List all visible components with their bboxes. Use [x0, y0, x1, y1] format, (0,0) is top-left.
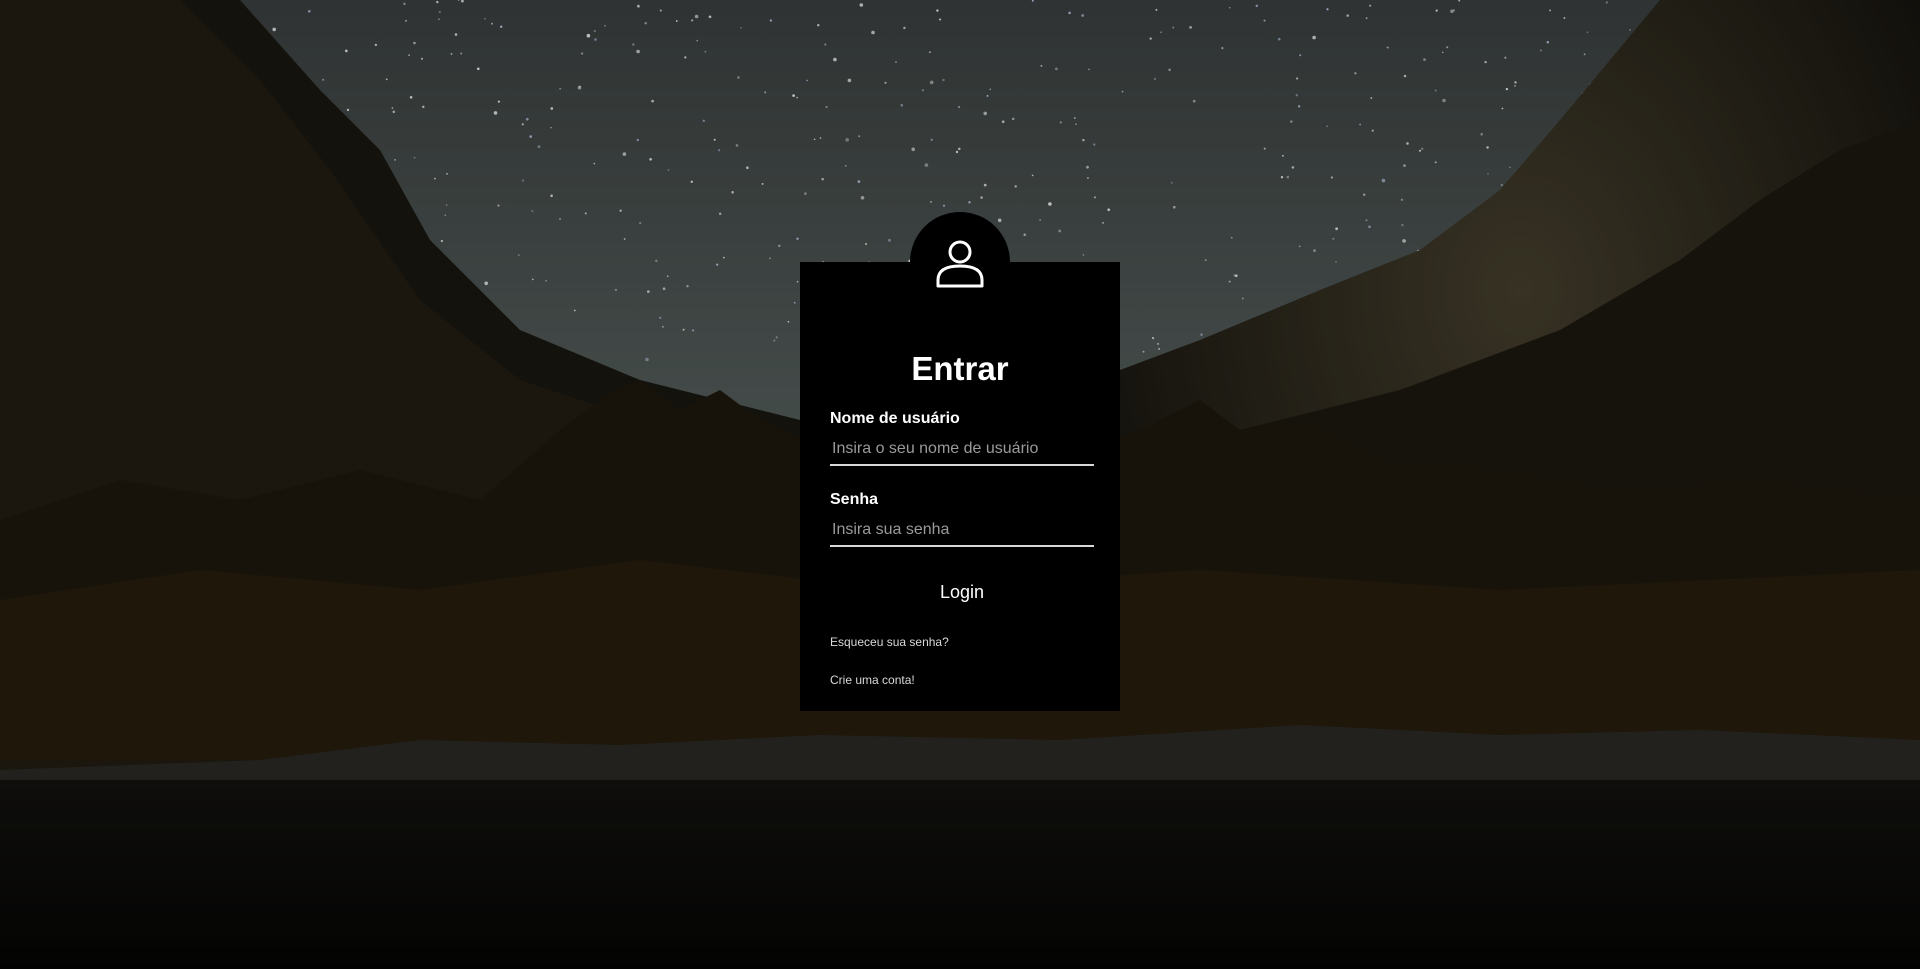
username-label: Nome de usuário	[830, 410, 960, 427]
login-card: Entrar Nome de usuário Senha Login Esque…	[800, 212, 1120, 711]
login-button[interactable]: Login	[830, 575, 1094, 609]
page-title: Entrar	[911, 350, 1009, 387]
password-input[interactable]	[830, 515, 1094, 547]
avatar	[910, 212, 1010, 312]
password-label: Senha	[830, 491, 879, 508]
create-account-link[interactable]: Crie uma conta!	[830, 673, 915, 687]
username-input[interactable]	[830, 434, 1094, 466]
user-icon	[936, 240, 984, 288]
forgot-password-link[interactable]: Esqueceu sua senha?	[830, 635, 949, 649]
